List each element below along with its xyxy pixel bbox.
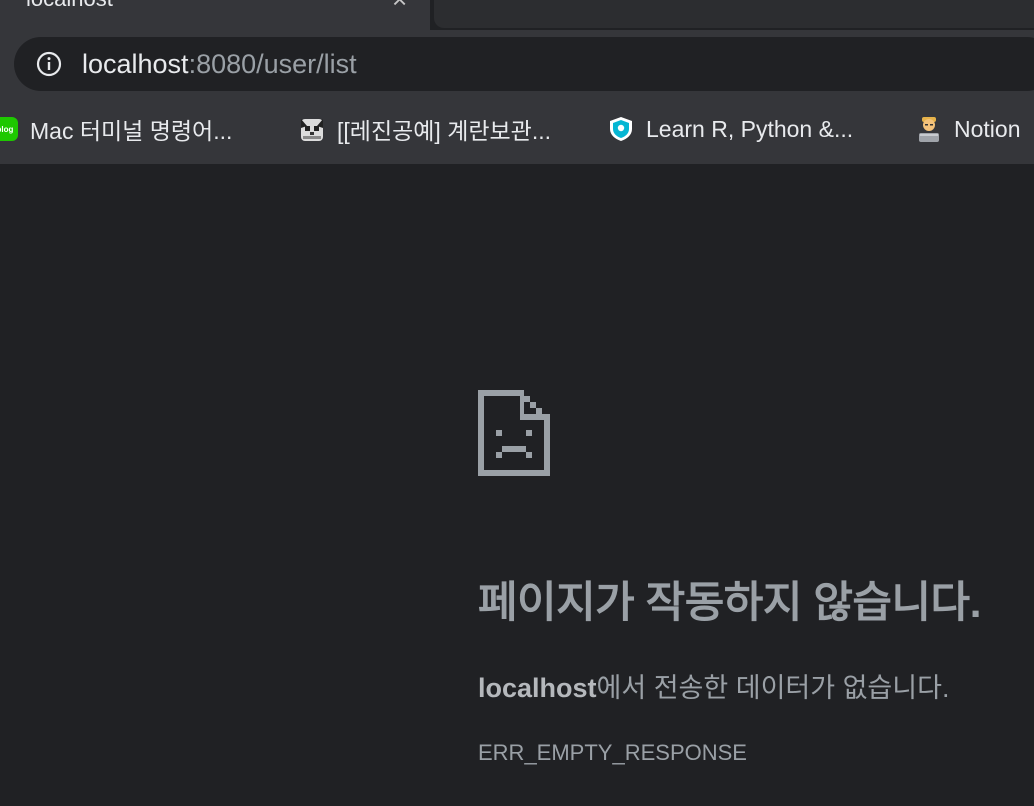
bookmark-resin-craft[interactable]: [[레진공예] 계란보관... <box>299 114 551 144</box>
person-laptop-icon <box>919 117 939 142</box>
url-text[interactable]: localhost:8080/user/list <box>82 49 357 79</box>
close-icon[interactable]: × <box>392 0 407 15</box>
bookmark-mac-terminal[interactable]: blog Mac 터미널 명령어... <box>0 114 232 144</box>
error-description: localhost에서 전송한 데이터가 없습니다. <box>478 666 949 705</box>
blog-icon-label: blog <box>0 125 14 134</box>
bookmark-label: Notion <box>954 115 1021 142</box>
error-heading: 페이지가 작동하지 않습니다. <box>478 579 982 627</box>
bookmarks-bar: blog Mac 터미널 명령어... [[레진공예] 계란보관... Lear… <box>0 94 1034 164</box>
datacamp-shield-icon <box>610 117 632 141</box>
url-host: localhost <box>82 49 189 79</box>
bookmark-label: [[레진공예] 계란보관... <box>337 118 552 144</box>
error-code: ERR_EMPTY_RESPONSE <box>478 740 747 765</box>
toolbar: localhost:8080/user/list <box>0 30 1034 94</box>
bookmark-notion[interactable]: Notion <box>916 114 1020 144</box>
cat-face-icon <box>301 119 323 141</box>
error-host: localhost <box>478 673 597 703</box>
bookmark-label: Mac 터미널 명령어... <box>30 118 233 144</box>
tab-title: localhost <box>26 0 113 12</box>
address-bar[interactable]: localhost:8080/user/list <box>14 37 1034 91</box>
url-path: :8080/user/list <box>188 49 357 79</box>
error-message: 에서 전송한 데이터가 없습니다. <box>596 673 950 703</box>
bookmark-label: Learn R, Python &... <box>646 115 854 142</box>
info-icon[interactable] <box>36 51 62 77</box>
tab-localhost[interactable]: localhost × <box>0 0 430 30</box>
blog-icon: blog <box>0 117 18 141</box>
sad-page-icon <box>478 390 550 476</box>
tab-strip: localhost × <box>0 0 1034 30</box>
tab-inactive[interactable] <box>434 0 1034 28</box>
bookmark-datacamp[interactable]: Learn R, Python &... <box>608 114 853 144</box>
error-page: 페이지가 작동하지 않습니다. localhost에서 전송한 데이터가 없습니… <box>0 164 1034 806</box>
